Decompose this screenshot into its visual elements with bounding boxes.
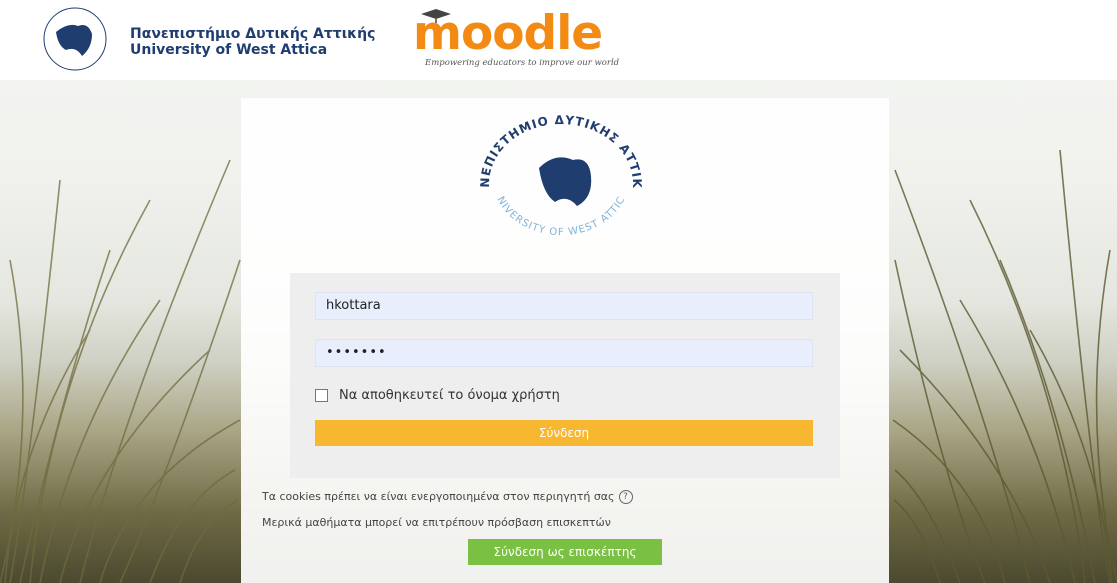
guest-access-notice: Μερικά μαθήματα μπορεί να επιτρέπουν πρό… xyxy=(262,516,611,529)
remember-username-checkbox[interactable] xyxy=(315,388,328,402)
username-input[interactable]: hkottara xyxy=(315,292,813,320)
university-name-english: University of West Attica xyxy=(130,42,328,58)
university-name: Πανεπιστήμιο Δυτικής Αττικής University … xyxy=(130,26,375,58)
guest-login-button[interactable]: Σύνδεση ως επισκέπτης xyxy=(468,539,662,565)
login-form: hkottara ••••••• Να αποθηκευτεί το όνομα… xyxy=(290,273,840,478)
password-input[interactable]: ••••••• xyxy=(315,339,813,367)
login-button[interactable]: Σύνδεση xyxy=(315,420,813,446)
university-logo-icon[interactable] xyxy=(26,6,124,72)
university-name-greek: Πανεπιστήμιο Δυτικής Αττικής xyxy=(130,26,376,42)
cookies-notice-text: Τα cookies πρέπει να είναι ενεργοποιημέν… xyxy=(262,490,615,503)
remember-username[interactable]: Να αποθηκευτεί το όνομα χρήστη xyxy=(315,385,560,405)
university-seal-icon: ΠΑΝΕΠΙΣΤΗΜΙΟ ΔΥΤΙΚΗΣ ΑΤΤΙΚΗΣ UNIVERSITY … xyxy=(461,106,643,238)
moodle-tagline: Empowering educators to improve our worl… xyxy=(425,58,620,68)
help-icon[interactable]: ? xyxy=(618,490,633,504)
moodle-logo[interactable]: moodle Empowering educators to improve o… xyxy=(413,9,620,68)
cookies-notice: Τα cookies πρέπει να είναι ενεργοποιημέν… xyxy=(262,490,633,504)
site-header: Πανεπιστήμιο Δυτικής Αττικής University … xyxy=(0,0,1117,80)
graduation-cap-icon xyxy=(421,9,451,23)
remember-username-label: Να αποθηκευτεί το όνομα χρήστη xyxy=(339,387,560,403)
login-panel: ΠΑΝΕΠΙΣΤΗΜΙΟ ΔΥΤΙΚΗΣ ΑΤΤΙΚΗΣ UNIVERSITY … xyxy=(241,98,889,583)
